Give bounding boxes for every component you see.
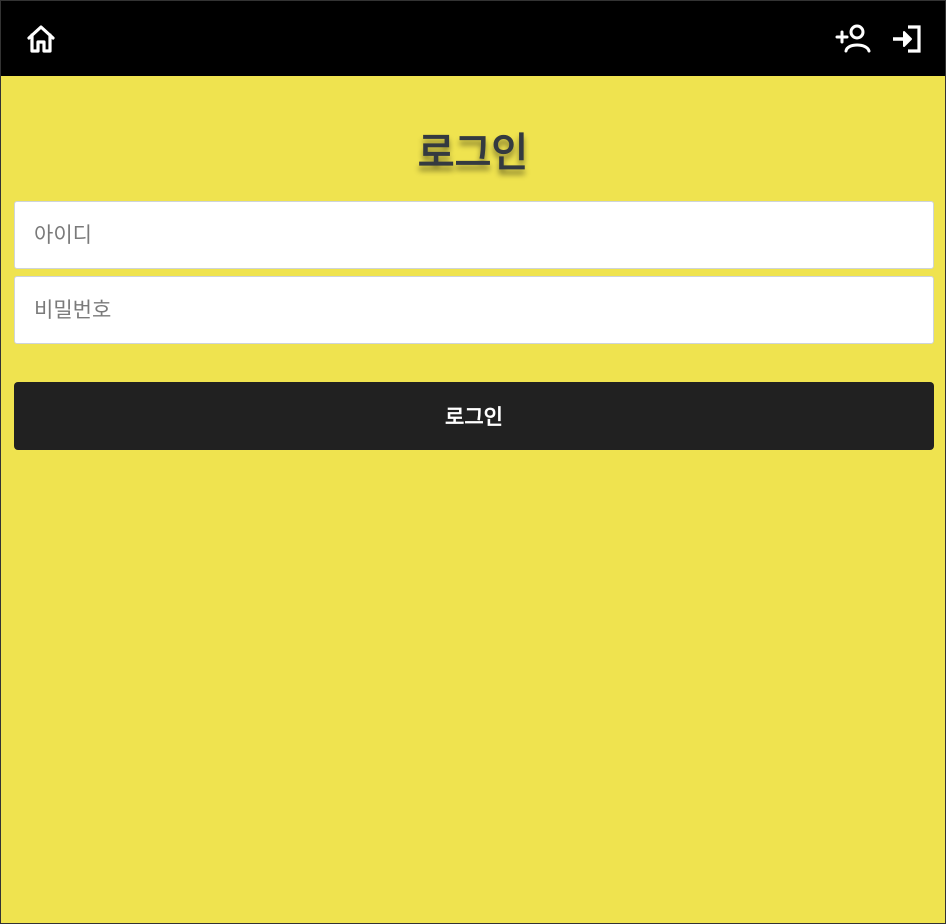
home-icon bbox=[27, 24, 55, 53]
username-input[interactable] bbox=[14, 201, 934, 269]
add-user-icon bbox=[835, 24, 871, 52]
top-navbar bbox=[1, 1, 945, 76]
password-input[interactable] bbox=[14, 276, 934, 344]
home-button[interactable] bbox=[22, 20, 60, 58]
login-form: 로그인 bbox=[1, 200, 945, 450]
page-title: 로그인 bbox=[417, 130, 529, 176]
login-button[interactable]: 로그인 bbox=[14, 382, 934, 450]
signin-button[interactable] bbox=[888, 20, 926, 58]
app-frame: 로그인 로그인 bbox=[0, 0, 946, 924]
sign-in-icon bbox=[893, 24, 921, 53]
signup-button[interactable] bbox=[835, 20, 873, 58]
topbar-actions bbox=[835, 20, 926, 58]
